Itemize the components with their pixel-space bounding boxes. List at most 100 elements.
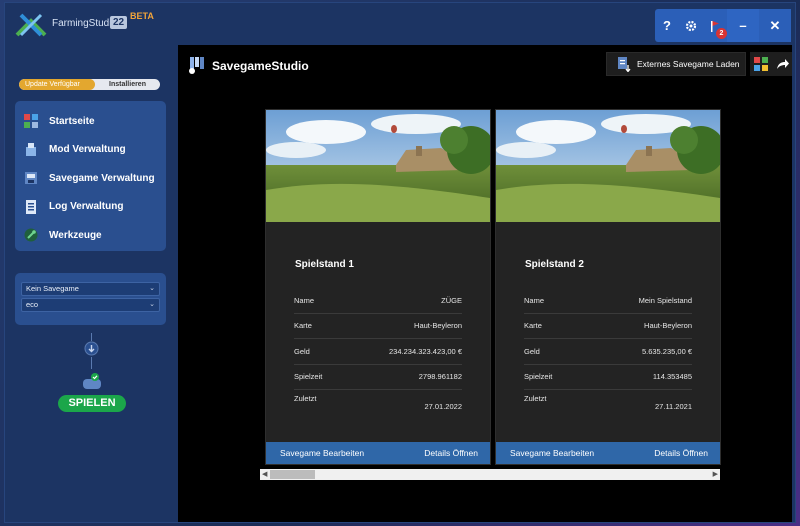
detail-row-spielzeit: Spielzeit 2798.961182: [294, 365, 462, 390]
download-status-icon: [84, 341, 99, 356]
savegame-card: Spielstand 2 Name Mein Spielstand Karte …: [495, 109, 721, 465]
open-details-button[interactable]: Details Öffnen: [654, 448, 708, 458]
detail-value: 5.635.235,00 €: [641, 346, 692, 356]
settings-button[interactable]: [679, 9, 703, 42]
close-button[interactable]: ✕: [759, 9, 791, 42]
tools-icon: [23, 227, 39, 243]
help-button[interactable]: ?: [655, 9, 679, 42]
savegame-details: Name ZÜGE Karte Haut-Beyleron Geld 234.2…: [294, 288, 462, 420]
chevron-down-icon: ⌄: [149, 285, 155, 292]
detail-value: Haut-Beyleron: [414, 321, 462, 331]
page-title: SavegameStudio: [212, 59, 309, 73]
gear-icon: [685, 20, 697, 31]
detail-value: ZÜGE: [441, 295, 462, 305]
share-arrow-icon[interactable]: [775, 57, 789, 71]
sidebar-item-label: Log Verwaltung: [49, 201, 124, 213]
toolbar-actions: [750, 52, 792, 76]
detail-row-geld: Geld 5.635.235,00 €: [524, 339, 692, 365]
savegame-card-actions: Savegame Bearbeiten Details Öffnen: [496, 442, 720, 464]
savegame-dropdown-value: Kein Savegame: [26, 284, 79, 293]
savegame-card-actions: Savegame Bearbeiten Details Öffnen: [266, 442, 490, 464]
play-button[interactable]: SPIELEN: [58, 395, 126, 412]
detail-value: 27.01.2022: [424, 402, 462, 411]
sidebar-item-log-verwaltung[interactable]: Log Verwaltung: [15, 193, 166, 222]
profile-dropdown[interactable]: eco ⌄: [21, 298, 160, 312]
savegame-title: Spielstand 1: [295, 259, 354, 270]
minimize-button[interactable]: –: [727, 9, 759, 42]
detail-row-name: Name ZÜGE: [294, 288, 462, 314]
scrollbar-thumb[interactable]: [270, 470, 315, 479]
savegame-select-panel: Kein Savegame ⌄ eco ⌄: [15, 273, 166, 325]
detail-row-zuletzt: Zuletzt 27.11.2021: [524, 390, 692, 420]
load-external-savegame-label: Externes Savegame Laden: [637, 59, 740, 69]
notification-count-badge: 2: [716, 28, 727, 39]
edit-savegame-button[interactable]: Savegame Bearbeiten: [280, 448, 364, 458]
detail-label: Geld: [294, 346, 310, 356]
detail-value: 27.11.2021: [655, 402, 692, 411]
scroll-right-icon[interactable]: ▶: [713, 469, 718, 480]
detail-label: Zuletzt: [524, 394, 547, 403]
sidebar-item-label: Mod Verwaltung: [49, 144, 126, 156]
install-button[interactable]: Installieren: [95, 79, 160, 90]
window-controls: ? 2 – ✕: [655, 9, 791, 42]
color-swatch-icon[interactable]: [753, 57, 768, 71]
sidebar-item-label: Savegame Verwaltung: [49, 172, 155, 184]
close-icon: ✕: [769, 17, 781, 33]
detail-row-geld: Geld 234.234.323.423,00 €: [294, 339, 462, 365]
savegame-icon: [23, 170, 39, 186]
notifications-button[interactable]: 2: [703, 9, 727, 42]
app-name: FarmingStudio: [52, 18, 118, 29]
detail-value: Haut-Beyleron: [644, 321, 692, 331]
savegame-thumbnail: [496, 110, 720, 222]
profile-dropdown-value: eco: [26, 300, 39, 309]
sidebar-item-label: Startseite: [49, 115, 95, 127]
connector-line: [91, 357, 92, 369]
sidebar-item-label: Werkzeuge: [49, 229, 102, 241]
detail-value: 2798.961182: [418, 372, 462, 382]
detail-label: Karte: [524, 321, 542, 331]
sidebar-item-savegame-verwaltung[interactable]: Savegame Verwaltung: [15, 164, 166, 193]
connector-line: [91, 333, 92, 341]
detail-label: Spielzeit: [524, 372, 553, 382]
title-bar: FarmingStudio 22 BETA ? 2 – ✕: [5, 3, 797, 45]
detail-row-karte: Karte Haut-Beyleron: [294, 314, 462, 339]
savegame-card: Spielstand 1 Name ZÜGE Karte Haut-Beyler…: [265, 109, 491, 465]
load-file-icon: [618, 56, 631, 72]
open-details-button[interactable]: Details Öffnen: [424, 448, 478, 458]
detail-value: Mein Spielstand: [638, 295, 692, 305]
update-available-label: Update Verfügbar: [19, 79, 95, 90]
log-icon: [23, 199, 39, 215]
detail-row-karte: Karte Haut-Beyleron: [524, 314, 692, 339]
load-external-savegame-button[interactable]: Externes Savegame Laden: [606, 52, 746, 76]
detail-row-spielzeit: Spielzeit 114.353485: [524, 365, 692, 390]
detail-row-zuletzt: Zuletzt 27.01.2022: [294, 390, 462, 420]
detail-label: Geld: [524, 346, 540, 356]
home-grid-icon: [23, 113, 39, 129]
scroll-left-icon[interactable]: ◀: [262, 469, 267, 480]
gamepad-ready-icon: [83, 373, 101, 389]
detail-label: Zuletzt: [294, 394, 317, 403]
mod-box-icon: [23, 142, 39, 158]
app-window: FarmingStudio 22 BETA ? 2 – ✕ Update Ver…: [4, 2, 796, 523]
chevron-down-icon: ⌄: [149, 301, 155, 308]
detail-label: Spielzeit: [294, 372, 323, 382]
beta-label: BETA: [130, 11, 154, 21]
savegame-title: Spielstand 2: [525, 259, 584, 270]
sidebar-item-werkzeuge[interactable]: Werkzeuge: [15, 221, 166, 250]
horizontal-scrollbar[interactable]: ◀ ▶: [260, 469, 720, 480]
savegame-dropdown[interactable]: Kein Savegame ⌄: [21, 282, 160, 296]
detail-label: Name: [294, 295, 315, 305]
edit-savegame-button[interactable]: Savegame Bearbeiten: [510, 448, 594, 458]
savegame-studio-panel: SavegameStudio Externes Savegame Laden S…: [178, 45, 792, 522]
farmingstudio-logo-icon: [15, 13, 47, 37]
sidebar-item-mod-verwaltung[interactable]: Mod Verwaltung: [15, 136, 166, 165]
detail-label: Karte: [294, 321, 312, 331]
sidebar-nav: Startseite Mod Verwaltung Savegame Verwa…: [15, 101, 166, 251]
app-version-badge: 22: [110, 16, 128, 29]
help-icon: ?: [663, 18, 671, 33]
sidebar-item-startseite[interactable]: Startseite: [15, 107, 166, 136]
detail-value: 234.234.323.423,00 €: [389, 346, 462, 356]
savegame-details: Name Mein Spielstand Karte Haut-Beyleron…: [524, 288, 692, 420]
minimize-icon: –: [739, 18, 747, 33]
savegame-studio-icon: [189, 57, 204, 74]
